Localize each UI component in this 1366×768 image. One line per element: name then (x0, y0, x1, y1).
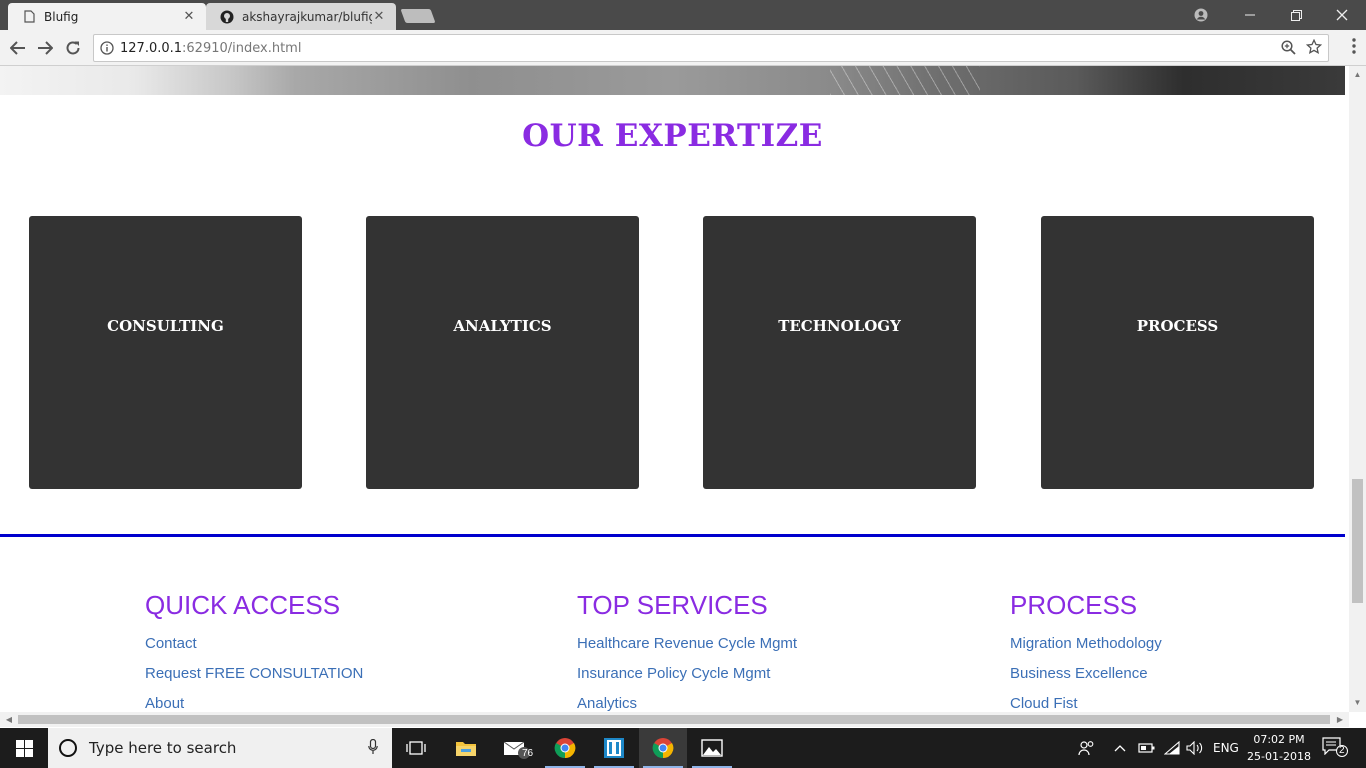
footer-link-migration[interactable]: Migration Methodology (1010, 635, 1162, 665)
card-label: ANALYTICS (453, 317, 552, 335)
notification-count: 2 (1336, 745, 1348, 757)
minimize-icon[interactable] (1227, 0, 1273, 30)
search-placeholder: Type here to search (89, 739, 237, 757)
microphone-icon[interactable] (368, 738, 378, 759)
scroll-right-icon[interactable]: ▶ (1333, 712, 1347, 727)
card-label: TECHNOLOGY (778, 317, 901, 335)
tab-title: akshayrajkumar/blufig (242, 9, 372, 24)
card-technology[interactable]: TECHNOLOGY (703, 216, 976, 489)
tab-blufig[interactable]: Blufig ✕ (8, 3, 206, 30)
cortana-icon (59, 739, 77, 757)
scroll-up-icon[interactable]: ▲ (1349, 68, 1366, 82)
footer-quick-access: QUICK ACCESS Contact Request FREE CONSUL… (145, 590, 363, 712)
footer-heading: QUICK ACCESS (145, 590, 341, 620)
close-window-icon[interactable] (1319, 0, 1365, 30)
windows-taskbar: Type here to search 76 ENG 07:02 PM 25-0… (0, 728, 1366, 768)
footer-link-business[interactable]: Business Excellence (1010, 665, 1162, 695)
footer-link-insurance[interactable]: Insurance Policy Cycle Mgmt (577, 665, 797, 695)
scroll-left-icon[interactable]: ◀ (2, 712, 16, 727)
card-label: PROCESS (1136, 317, 1219, 335)
card-consulting[interactable]: CONSULTING (29, 216, 302, 489)
tab-github[interactable]: akshayrajkumar/blufig ✕ (206, 3, 396, 30)
new-tab-button[interactable] (400, 9, 436, 23)
vertical-scroll-thumb[interactable] (1352, 479, 1363, 603)
clock-time: 07:02 PM (1253, 733, 1305, 746)
browser-menu-icon[interactable] (1352, 38, 1356, 54)
expertise-title: OUR EXPERTIZE (522, 118, 823, 154)
clock-date: 25-01-2018 (1247, 750, 1311, 763)
mail-icon[interactable]: 76 (492, 728, 540, 768)
url-bar[interactable]: 127.0.0.1:62910/index.html (93, 34, 1329, 62)
task-view-icon[interactable] (392, 728, 440, 768)
page-viewport: OUR EXPERTIZE CONSULTING ANALYTICS TECHN… (0, 66, 1349, 712)
url-path: :62910/index.html (182, 40, 302, 56)
footer-link-contact[interactable]: Contact (145, 635, 363, 665)
close-tab-icon[interactable]: ✕ (182, 9, 196, 24)
address-toolbar: 127.0.0.1:62910/index.html (0, 30, 1366, 66)
wifi-icon[interactable] (1164, 728, 1180, 768)
taskbar-search[interactable]: Type here to search (48, 728, 392, 768)
file-explorer-icon[interactable] (442, 728, 490, 768)
notification-center-icon[interactable]: 2 (1322, 737, 1348, 759)
scroll-down-icon[interactable]: ▼ (1349, 696, 1366, 710)
horizontal-scroll-thumb[interactable] (18, 715, 1330, 724)
footer-heading: TOP SERVICES (577, 590, 768, 620)
zoom-icon[interactable] (1281, 39, 1296, 59)
browser-tab-bar: Blufig ✕ akshayrajkumar/blufig ✕ (0, 0, 1366, 30)
photos-icon[interactable] (688, 728, 736, 768)
section-divider (0, 534, 1345, 537)
volume-icon[interactable] (1186, 728, 1204, 768)
back-icon[interactable] (7, 37, 29, 59)
page-icon (22, 10, 36, 24)
footer-process: PROCESS Migration Methodology Business E… (1010, 590, 1162, 712)
footer-link-cloud[interactable]: Cloud Fist (1010, 695, 1162, 712)
github-icon (220, 10, 234, 24)
reload-icon[interactable] (62, 37, 84, 59)
card-label: CONSULTING (107, 317, 224, 335)
footer-link-healthcare[interactable]: Healthcare Revenue Cycle Mgmt (577, 635, 797, 665)
language-indicator[interactable]: ENG (1213, 728, 1239, 768)
footer-link-analytics[interactable]: Analytics (577, 695, 797, 712)
code-editor-icon[interactable] (590, 728, 638, 768)
tray-overflow-icon[interactable] (1114, 728, 1126, 768)
card-analytics[interactable]: ANALYTICS (366, 216, 639, 489)
mail-badge: 76 (522, 748, 534, 759)
forward-icon[interactable] (34, 37, 56, 59)
system-clock[interactable]: 07:02 PM 25-01-2018 (1247, 731, 1311, 765)
restore-icon[interactable] (1273, 0, 1319, 30)
hero-image (0, 66, 1345, 95)
tab-title: Blufig (44, 9, 79, 24)
windows-start-icon[interactable] (0, 728, 48, 768)
footer-link-about[interactable]: About (145, 695, 363, 712)
footer-link-consultation[interactable]: Request FREE CONSULTATION (145, 665, 363, 695)
bookmark-star-icon[interactable] (1305, 38, 1323, 59)
battery-icon[interactable] (1138, 728, 1156, 768)
people-icon[interactable] (1078, 728, 1096, 768)
info-icon[interactable] (94, 41, 120, 55)
footer-top-services: TOP SERVICES Healthcare Revenue Cycle Mg… (577, 590, 797, 712)
profile-icon[interactable] (1178, 0, 1224, 30)
horizontal-scrollbar[interactable]: ◀ ▶ (0, 712, 1349, 727)
chrome-active-icon[interactable] (639, 728, 687, 768)
url-host: 127.0.0.1 (120, 40, 183, 56)
card-process[interactable]: PROCESS (1041, 216, 1314, 489)
vertical-scrollbar[interactable]: ▲ ▼ (1349, 66, 1366, 712)
footer-heading: PROCESS (1010, 590, 1138, 620)
chrome-icon[interactable] (541, 728, 589, 768)
close-tab-icon[interactable]: ✕ (372, 9, 386, 24)
